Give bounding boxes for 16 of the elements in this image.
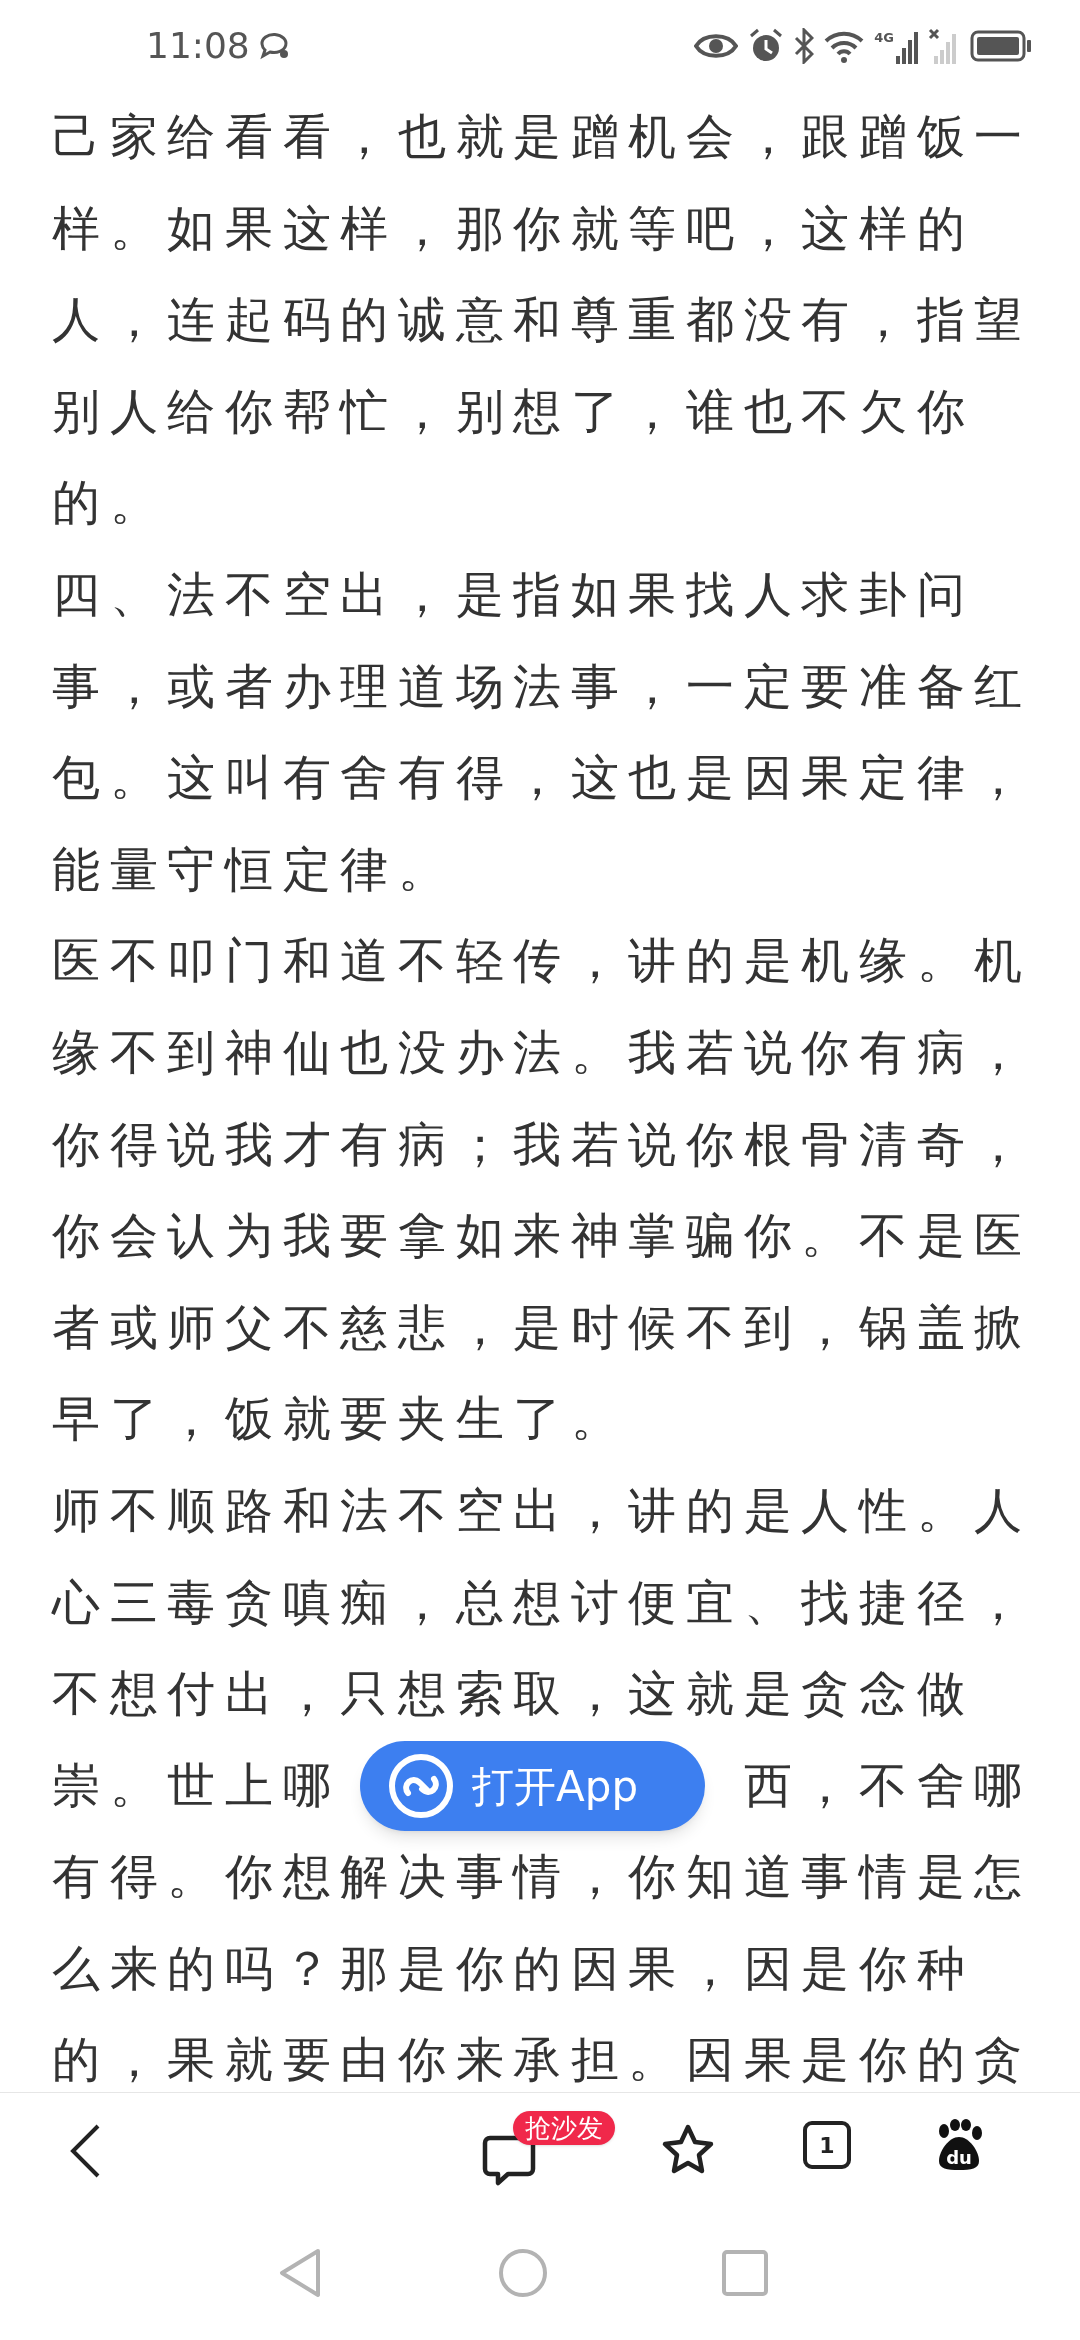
status-time: 11:08 (146, 23, 250, 68)
article-text: 四、法不空出，是指如果找人求卦问事，或者办理道场法事，一定要准备红包。这叫有舍有得，这也是因果定律，能量守恒定律。 (52, 565, 1033, 897)
tabs-button[interactable]: 1 (803, 2121, 851, 2169)
article-text: 有得。你想解决事情，你知道事情是怎么来的吗？那是你的因果，因是你种的，果就要由你来承担。因果是你的贪 (52, 1847, 1034, 2090)
bluetooth-icon (794, 27, 815, 64)
alarm-clock-icon (748, 27, 785, 64)
article-text: 崇。世上哪 (52, 1755, 341, 1815)
article-text: 医不叩门和道不轻传，讲的是机缘。机缘不到神仙也没办法。我若说你有病，你得说我才有病；我若说你根骨清奇，你会认为我要拿如来神掌骗你。不是医者或师父不慈悲，是时候不到，锅盖掀早了，饭就要夹生了。 (52, 932, 1033, 1447)
open-app-button[interactable]: 打开App (360, 1741, 705, 1831)
battery-icon (970, 29, 1032, 62)
app-logo-icon (388, 1753, 454, 1819)
article-text: 西，不舍哪 (743, 1755, 1032, 1815)
back-chevron-icon[interactable] (68, 2123, 102, 2179)
article-text: 师不顺路和法不空出，讲的是人性。人心三毒贪嗔痴，总想讨便宜、找捷径，不想付出，只想索取，这就是贪念做 (52, 1480, 1034, 1724)
article-text: 己家给看看，也就是蹭机会，跟蹭饭一样。如果这样，那你就等吧，这样的人，连起码的诚意和尊重都没有，指望别人给你帮忙，别想了，谁也不欠你的。 (52, 108, 1033, 531)
comment-badge: 抢沙发 (513, 2111, 615, 2145)
